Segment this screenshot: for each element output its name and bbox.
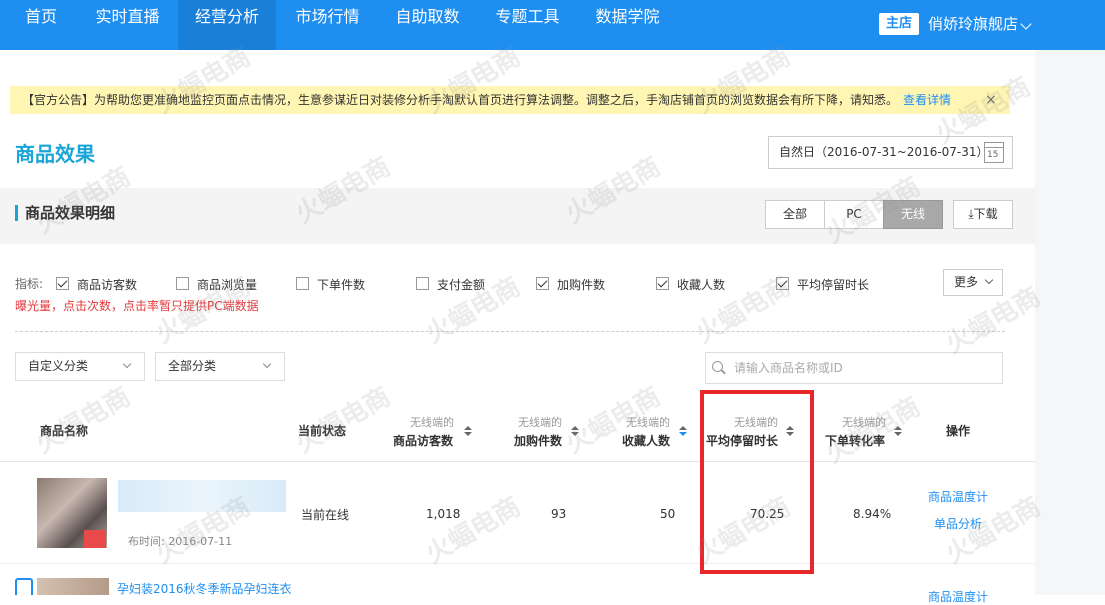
highlight-box (700, 390, 814, 574)
nav-self-query[interactable]: 自助取数 (380, 0, 475, 50)
more-metrics-button[interactable]: 更多 (943, 269, 1003, 296)
product-thermometer-link[interactable]: 商品温度计 (928, 588, 988, 605)
nav-business-analysis[interactable]: 经营分析 (178, 0, 276, 50)
calendar-icon[interactable]: 15 (984, 142, 1004, 163)
store-name[interactable]: 俏娇玲旗舰店 (928, 13, 1018, 35)
chevron-down-icon (122, 359, 132, 369)
row-cart: 93 (551, 507, 567, 521)
single-product-analysis-link[interactable]: 单品分析 (934, 515, 982, 532)
page-title: 商品效果 (15, 142, 95, 166)
section-title: 商品效果明细 (25, 204, 116, 222)
header-conversion[interactable]: 下单转化率 (825, 432, 885, 449)
notice-detail-link[interactable]: 查看详情 (903, 86, 951, 114)
segment-pc[interactable]: PC (824, 200, 884, 229)
notice-bar: 【官方公告】为帮助您更准确地监控页面点击情况，生意参谋近日对装修分析手淘默认首页… (10, 86, 1010, 114)
metric-payment-label: 支付金额 (437, 278, 486, 292)
top-nav: 首页 实时直播 经营分析 市场行情 自助取数 专题工具 数据学院 主店 俏娇玲旗… (0, 0, 1105, 50)
all-category-value: 全部分类 (168, 359, 217, 373)
row-favorites: 50 (660, 507, 676, 521)
nav-tools[interactable]: 专题工具 (480, 0, 575, 50)
download-label: 下载 (973, 207, 998, 221)
metrics-label: 指标: (15, 277, 44, 291)
date-range-picker[interactable]: 自然日（2016-07-31~2016-07-31） (768, 136, 1013, 169)
metric-pageviews-checkbox[interactable] (176, 277, 189, 290)
metric-visitors-label: 商品访客数 (77, 278, 138, 292)
publish-time: 布时间: 2016-07-11 (128, 535, 233, 548)
chevron-down-icon (984, 275, 994, 285)
metric-cart-checkbox[interactable] (536, 277, 549, 290)
calendar-day: 15 (987, 150, 999, 160)
header-product-name: 商品名称 (40, 424, 89, 438)
chevron-down-icon (262, 359, 272, 369)
notice-text: 【官方公告】为帮助您更准确地监控页面点击情况，生意参谋近日对装修分析手淘默认首页… (22, 93, 899, 107)
header-operations: 操作 (946, 424, 971, 438)
metric-stay-checkbox[interactable] (776, 277, 789, 290)
date-range-text: 自然日（2016-07-31~2016-07-31） (779, 145, 989, 159)
metric-favorites-checkbox[interactable] (656, 277, 669, 290)
mobile-icon (15, 578, 33, 595)
header-visitors[interactable]: 商品访客数 (393, 432, 453, 449)
metric-pageviews-label: 商品浏览量 (197, 278, 258, 292)
product-thumbnail[interactable] (37, 578, 109, 595)
product-title-blurred[interactable] (118, 480, 286, 512)
nav-home[interactable]: 首页 (12, 0, 70, 50)
segment-wireless[interactable]: 无线 (883, 200, 943, 229)
metric-stay-label: 平均停留时长 (797, 278, 870, 292)
nav-academy[interactable]: 数据学院 (580, 0, 675, 50)
header-fav-sub: 无线端的 (626, 416, 670, 429)
close-icon[interactable]: × (985, 86, 997, 114)
all-category-select[interactable]: 全部分类 (155, 352, 285, 381)
metric-visitors-checkbox[interactable] (56, 277, 69, 290)
section-accent (15, 205, 18, 221)
header-cart[interactable]: 加购件数 (514, 432, 562, 449)
row-status: 当前在线 (301, 508, 350, 522)
search-placeholder: 请输入商品名称或ID (734, 361, 843, 375)
metric-orders-label: 下单件数 (317, 278, 366, 292)
header-status: 当前状态 (298, 424, 347, 438)
nav-market[interactable]: 市场行情 (280, 0, 375, 50)
search-icon (712, 361, 723, 372)
search-input[interactable]: 请输入商品名称或ID (705, 352, 1003, 384)
header-visitors-sub: 无线端的 (410, 416, 454, 429)
nav-live[interactable]: 实时直播 (80, 0, 175, 50)
right-rail (1035, 50, 1105, 595)
product-title-link[interactable]: 孕妇装2016秋冬季新品孕妇连衣 (117, 580, 292, 597)
segment-all[interactable]: 全部 (765, 200, 825, 229)
download-button[interactable]: ⤓下载 (953, 200, 1013, 229)
row-conversion: 8.94% (853, 507, 892, 521)
metric-cart-label: 加购件数 (557, 278, 606, 292)
row-visitors: 1,018 (426, 507, 461, 521)
header-conv-sub: 无线端的 (842, 416, 886, 429)
header-cart-sub: 无线端的 (518, 416, 562, 429)
chevron-down-icon[interactable] (1020, 18, 1032, 30)
store-badge: 主店 (879, 13, 919, 35)
product-thermometer-link[interactable]: 商品温度计 (928, 488, 988, 505)
metric-payment-checkbox[interactable] (416, 277, 429, 290)
divider (15, 331, 1005, 332)
metric-favorites-label: 收藏人数 (677, 278, 726, 292)
custom-category-value: 自定义分类 (28, 359, 89, 373)
custom-category-select[interactable]: 自定义分类 (15, 352, 145, 381)
metrics-warning: 曝光量，点击次数，点击率暂只提供PC端数据 (15, 299, 259, 313)
table-header (0, 400, 1035, 462)
header-favorites[interactable]: 收藏人数 (622, 432, 670, 449)
more-label: 更多 (954, 275, 979, 289)
product-thumbnail-badge (84, 530, 106, 548)
metric-orders-checkbox[interactable] (296, 277, 309, 290)
